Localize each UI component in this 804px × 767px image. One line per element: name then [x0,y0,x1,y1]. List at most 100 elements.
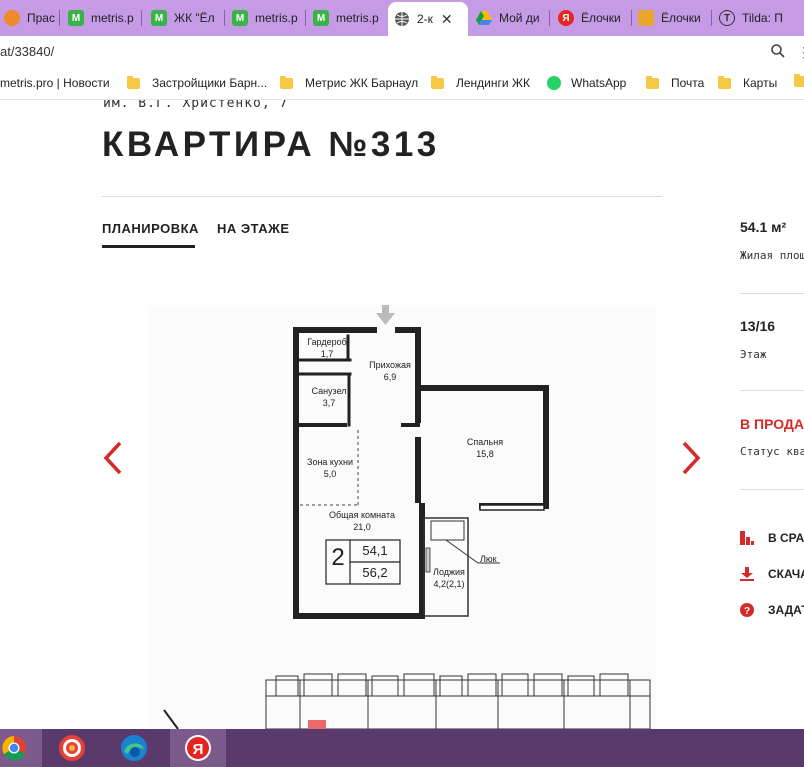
taskbar-ccleaner[interactable] [44,729,100,767]
bookmark-metris-barnaul[interactable]: Метрис ЖК Барнаул [280,75,419,90]
metris-icon: M [151,10,167,26]
bookmark-landings[interactable]: Лендинги ЖК [431,75,530,90]
tab-0[interactable]: Прас ад [0,4,60,32]
room-bedroom: Спальня 15,8 [455,436,515,460]
taskbar-chrome[interactable] [0,729,42,767]
bookmarks-bar: metris.pro | Новости Застройщики Барн...… [0,68,804,100]
room-area: 5,0 [323,469,337,479]
yandex-icon: Я [558,10,574,26]
tab-4[interactable]: M metris.p [307,4,387,32]
room-area: 4,2(2,1) [433,579,465,589]
room-living: Общая комната 21,0 [322,509,402,533]
next-arrow-icon[interactable] [676,440,704,476]
floorplan [163,305,651,729]
download-label: СКАЧАТЬ [768,567,804,581]
room-wardrobe: Гардероб 1,7 [300,336,354,360]
url-text[interactable]: at/33840/ [0,44,54,59]
download-button[interactable]: СКАЧАТЬ [740,567,804,581]
bookmark-metris-news[interactable]: metris.pro | Новости [0,76,110,90]
metris-icon: M [68,10,84,26]
room-kitchen-zone: Зона кухни 5,0 [300,456,360,480]
floor-caption: Этаж [740,348,767,361]
tab-label: Мой ди [499,11,540,25]
hatch-label: Люк [480,554,497,564]
tab-2[interactable]: M ЖК "Ёл [145,4,225,32]
status-caption: Статус квартиры [740,445,804,458]
prev-arrow-icon[interactable] [100,440,128,476]
room-area: 3,7 [322,398,336,408]
tab-6[interactable]: Мой ди [470,4,550,32]
folder-icon [718,75,731,89]
bookmark-label: Застройщики Барн... [152,76,268,90]
search-icon[interactable] [770,43,786,59]
tab-8[interactable]: Ёлочки [632,4,712,32]
orange-icon [4,10,20,26]
folder-icon [646,75,659,89]
tab-label: Ёлочки [661,11,701,25]
question-icon: ? [740,603,754,617]
tilda-icon: T [719,10,735,26]
compare-label: В СРАВНЕНИЕ [768,531,804,545]
bookmark-overflow[interactable] [794,74,804,87]
divider [740,293,804,294]
bookmark-label: WhatsApp [571,76,627,90]
tab-label: metris.p [255,11,298,25]
close-icon[interactable]: ✕ [441,11,453,28]
bookmark-whatsapp[interactable]: WhatsApp [547,76,626,90]
bookmark-label: Метрис ЖК Барнаул [305,76,419,90]
bookmark-developers[interactable]: Застройщики Барн... [127,75,268,90]
room-name: Общая комната [329,510,395,520]
bookmark-mail[interactable]: Почта [646,75,704,90]
rooms-count: 2 [331,544,345,571]
tab-label: metris.p [91,11,134,25]
folder-icon [127,75,140,89]
taskbar-yandex-browser[interactable]: Я [170,729,226,767]
yandex-browser-icon: Я [185,735,211,761]
tab-label: 2-к [417,12,433,26]
tab-7[interactable]: Я Ёлочки [552,4,632,32]
ask-question-label: ЗАДАТЬ ВОПРОС [768,603,804,617]
taskbar-edge[interactable] [106,729,162,767]
address-bar[interactable]: at/33840/ ⋮ [0,36,804,68]
tab-3[interactable]: M metris.p [226,4,306,32]
svg-text:?: ? [744,606,750,617]
tab-label: Tilda: П [742,11,783,25]
tab-label: Ёлочки [581,11,621,25]
tab-9[interactable]: T Tilda: П [713,4,804,32]
area-caption: Жилая площадь [740,249,804,262]
folder-icon [431,75,444,89]
page-content: им. В.Г. Христенко, 7 КВАРТИРА №313 ПЛАН… [0,100,804,729]
room-name: Зона кухни [307,457,353,467]
status-value: В ПРОДАЖЕ [740,416,804,432]
chrome-icon [2,736,26,761]
folder-icon [280,75,293,89]
floor-value: 13/16 [740,318,776,334]
room-bathroom: Санузел 3,7 [300,385,358,409]
bookmark-label: metris.pro | Новости [0,76,110,90]
tab-label: metris.p [336,11,379,25]
taskbar: Я [0,729,804,767]
folder-icon [794,74,804,87]
bookmark-label: Карты [743,76,778,90]
bookmark-label: Лендинги ЖК [456,76,530,90]
room-area: 1,7 [320,349,334,359]
download-icon [740,567,754,581]
whatsapp-icon [547,76,561,90]
entrance-arrow-icon [376,305,395,325]
room-name: Прихожая [369,360,411,370]
room-name: Гардероб [307,337,347,347]
area-value: 54.1 м² [740,219,787,235]
room-area: 6,9 [383,372,397,382]
image-icon [638,10,654,26]
area-with-loggia: 56,2 [362,565,388,580]
compare-button[interactable]: В СРАВНЕНИЕ [740,531,804,545]
room-name: Лоджия [433,567,465,577]
divider [740,489,804,490]
tab-5-active[interactable]: 2-к ✕ [388,2,468,36]
ask-question-button[interactable]: ? ЗАДАТЬ ВОПРОС [740,603,804,617]
area-total: 54,1 [362,543,388,558]
tab-1[interactable]: M metris.p [62,4,142,32]
tab-strip: Прас ад M metris.p M ЖК "Ёл M metris.p M… [0,0,804,36]
bookmark-maps[interactable]: Карты [718,75,778,90]
menu-icon[interactable]: ⋮ [797,44,804,61]
